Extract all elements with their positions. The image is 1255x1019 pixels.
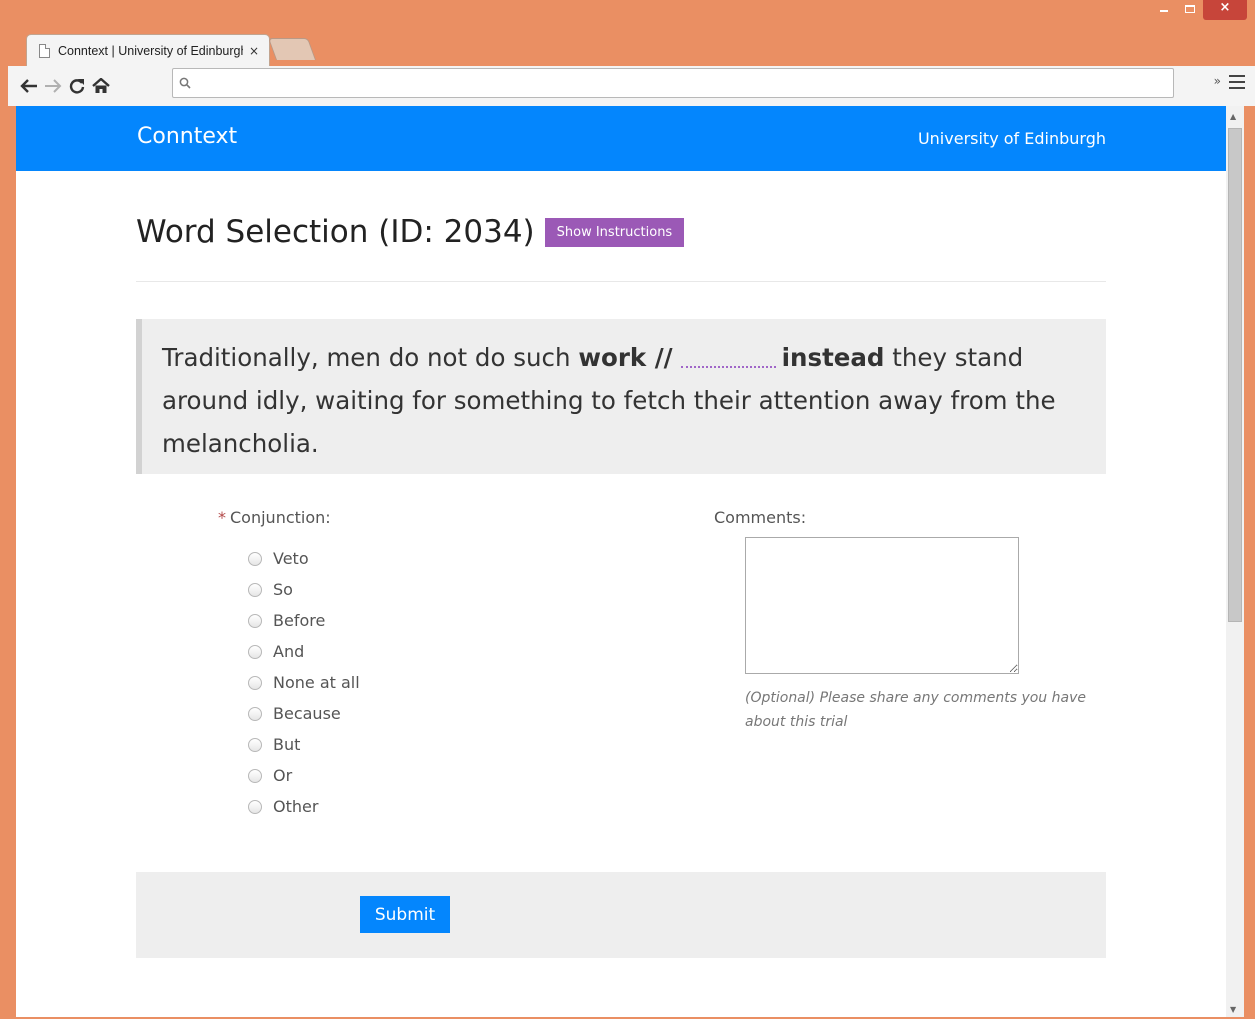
conjunction-label-text: Conjunction: bbox=[230, 508, 331, 527]
option-or[interactable]: Or bbox=[248, 760, 360, 791]
submit-button[interactable]: Submit bbox=[360, 896, 450, 933]
address-input[interactable] bbox=[197, 71, 1173, 95]
option-none-at-all[interactable]: None at all bbox=[248, 667, 360, 698]
browser-toolbar: » bbox=[8, 66, 1255, 106]
option-veto[interactable]: Veto bbox=[248, 543, 360, 574]
forward-icon[interactable] bbox=[42, 74, 64, 98]
new-tab-button[interactable] bbox=[267, 38, 317, 60]
blank-slot bbox=[680, 344, 776, 368]
scroll-up-icon[interactable]: ▲ bbox=[1230, 112, 1236, 121]
conjunction-label: * Conjunction: bbox=[218, 508, 331, 527]
option-label: Other bbox=[273, 797, 319, 816]
option-other[interactable]: Other bbox=[248, 791, 360, 822]
submit-bar: Submit bbox=[136, 872, 1106, 958]
option-because[interactable]: Because bbox=[248, 698, 360, 729]
site-navbar: Conntext University of Edinburgh bbox=[16, 106, 1226, 171]
scrollbar-thumb[interactable] bbox=[1228, 128, 1242, 622]
window-frame-right bbox=[1244, 106, 1255, 1019]
option-label: And bbox=[273, 642, 305, 661]
sentence-bold-1: work // bbox=[578, 343, 673, 372]
page-title: Word Selection (ID: 2034) bbox=[136, 214, 535, 250]
menu-icon[interactable] bbox=[1229, 75, 1245, 93]
sentence-bold-2: instead bbox=[781, 343, 885, 372]
extensions-overflow-icon[interactable]: » bbox=[1214, 74, 1221, 88]
tab-strip: Conntext | University of Edinburgh × bbox=[8, 32, 1255, 66]
option-label: Because bbox=[273, 704, 341, 723]
sentence-part-1: Traditionally, men do not do such bbox=[162, 343, 579, 372]
page-viewport: Conntext University of Edinburgh Word Se… bbox=[16, 106, 1226, 1018]
option-label: None at all bbox=[273, 673, 360, 692]
brand-link[interactable]: Conntext bbox=[137, 124, 237, 149]
comments-label: Comments: bbox=[714, 508, 807, 527]
radio-button[interactable] bbox=[248, 613, 262, 628]
option-label: So bbox=[273, 580, 293, 599]
divider bbox=[136, 281, 1106, 282]
search-icon bbox=[179, 77, 191, 89]
option-but[interactable]: But bbox=[248, 729, 360, 760]
tab-title: Conntext | University of Edinburgh bbox=[58, 43, 243, 58]
page-header: Word Selection (ID: 2034) Show Instructi… bbox=[136, 214, 1106, 250]
minimize-button[interactable] bbox=[1151, 0, 1177, 20]
radio-button[interactable] bbox=[248, 737, 262, 752]
reload-icon[interactable] bbox=[66, 74, 88, 98]
vertical-scrollbar[interactable]: ▲ ▼ bbox=[1226, 106, 1244, 1018]
window-controls: × bbox=[1151, 0, 1247, 30]
show-instructions-button[interactable]: Show Instructions bbox=[544, 217, 685, 247]
back-icon[interactable] bbox=[18, 74, 40, 98]
conjunction-options: Veto So Before And None at all Because B… bbox=[248, 543, 360, 822]
scroll-down-icon[interactable]: ▼ bbox=[1230, 1005, 1236, 1014]
option-label: But bbox=[273, 735, 301, 754]
option-and[interactable]: And bbox=[248, 636, 360, 667]
option-label: Veto bbox=[273, 549, 309, 568]
page-icon bbox=[39, 43, 50, 58]
maximize-icon bbox=[1185, 5, 1195, 13]
tab-close-icon[interactable]: × bbox=[249, 44, 259, 58]
radio-button[interactable] bbox=[248, 582, 262, 597]
option-so[interactable]: So bbox=[248, 574, 360, 605]
radio-button[interactable] bbox=[248, 768, 262, 783]
close-window-button[interactable]: × bbox=[1203, 0, 1247, 20]
sentence-quote: Traditionally, men do not do such work /… bbox=[136, 319, 1106, 474]
comments-help-text: (Optional) Please share any comments you… bbox=[745, 690, 1086, 730]
radio-button[interactable] bbox=[248, 799, 262, 814]
required-marker: * bbox=[218, 508, 226, 527]
maximize-button[interactable] bbox=[1177, 0, 1203, 20]
minimize-icon bbox=[1160, 10, 1168, 12]
radio-button[interactable] bbox=[248, 675, 262, 690]
university-link[interactable]: University of Edinburgh bbox=[918, 129, 1106, 148]
home-icon[interactable] bbox=[90, 74, 112, 98]
option-label: Before bbox=[273, 611, 326, 630]
comments-textarea[interactable] bbox=[745, 537, 1019, 674]
radio-button[interactable] bbox=[248, 706, 262, 721]
browser-tab[interactable]: Conntext | University of Edinburgh × bbox=[26, 34, 270, 66]
address-bar[interactable] bbox=[172, 68, 1174, 98]
radio-button[interactable] bbox=[248, 551, 262, 566]
option-before[interactable]: Before bbox=[248, 605, 360, 636]
radio-button[interactable] bbox=[248, 644, 262, 659]
option-label: Or bbox=[273, 766, 293, 785]
